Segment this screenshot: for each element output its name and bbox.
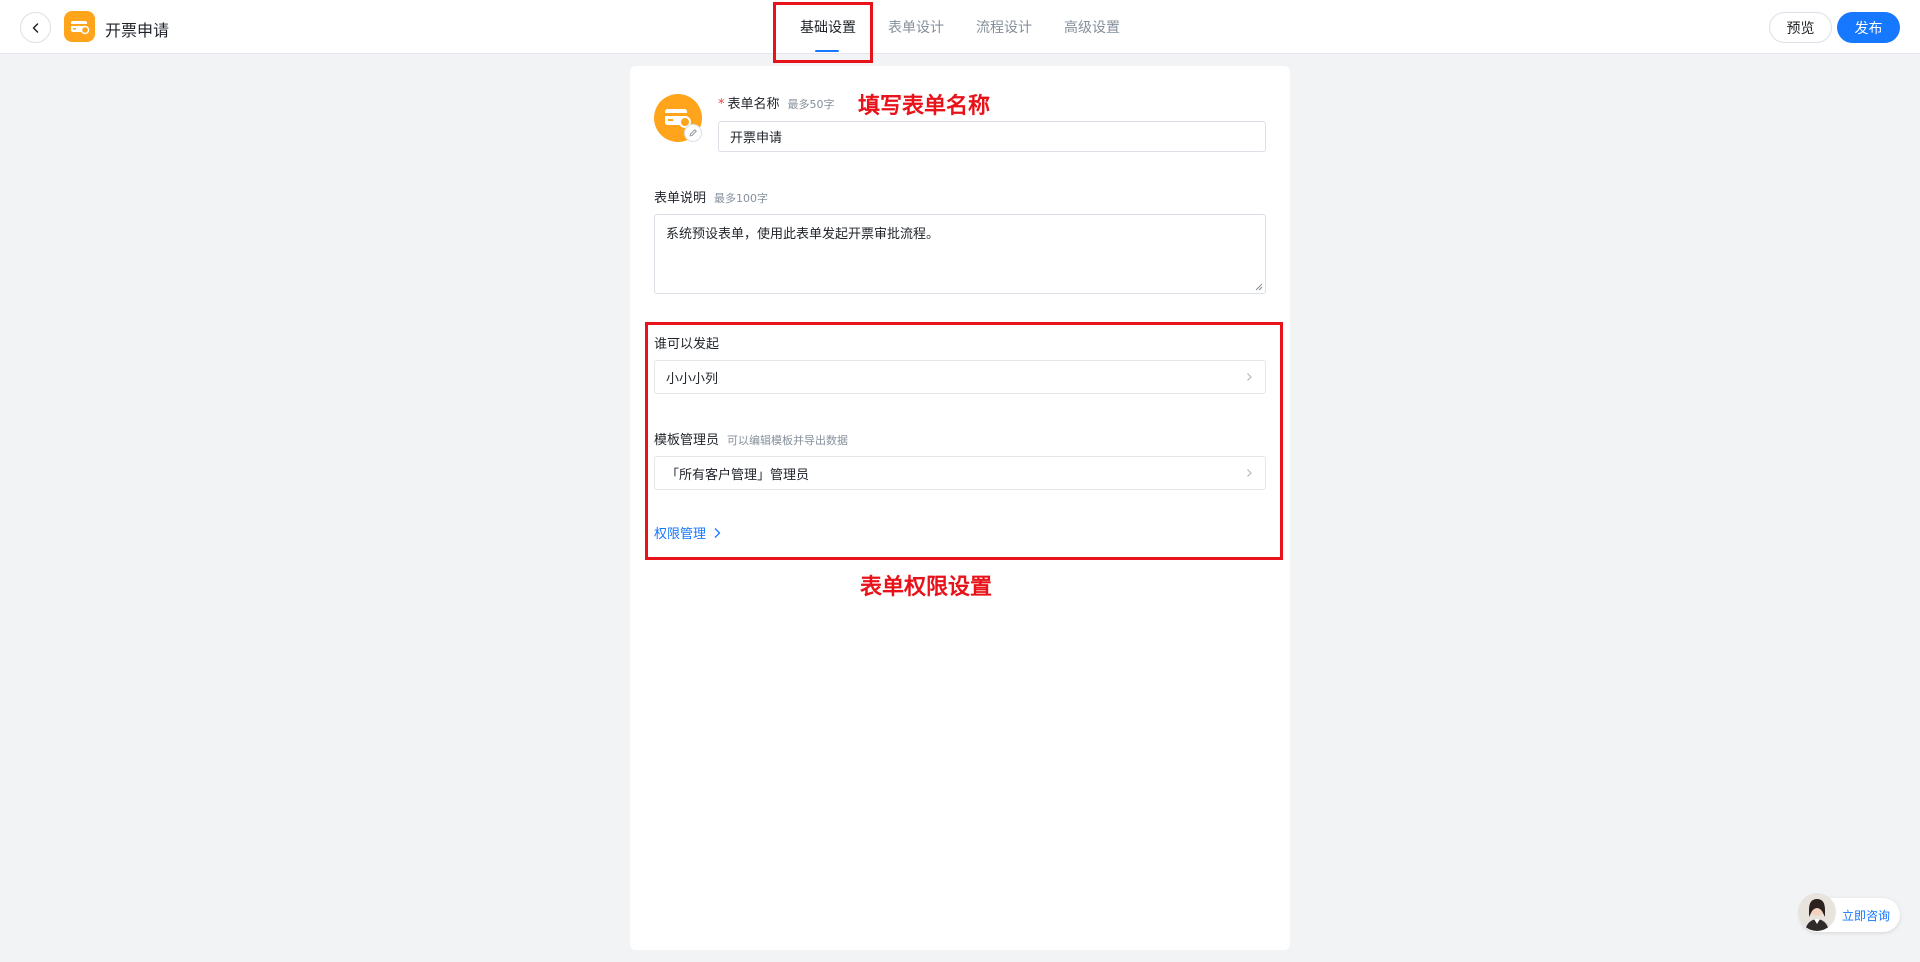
form-name-input[interactable]: 开票申请 [718,121,1266,152]
permission-annotation: 表单权限设置 [860,574,993,600]
invoice-app-icon [64,11,95,42]
required-mark: * [718,97,725,112]
publish-button[interactable]: 发布 [1837,12,1900,43]
tab-highlight-box [773,2,873,63]
tab-advanced-settings[interactable]: 高级设置 [1064,17,1120,37]
form-description-textarea[interactable]: 系统预设表单，使用此表单发起开票审批流程。 [654,214,1266,294]
tab-form-design[interactable]: 表单设计 [888,17,944,37]
preview-button[interactable]: 预览 [1769,12,1832,43]
form-description-label-text: 表单说明 [654,191,707,206]
form-name-label-text: 表单名称 [727,97,780,112]
tab-flow-design[interactable]: 流程设计 [976,17,1032,37]
form-description-label: 表单说明 最多100字 [654,187,768,206]
form-name-label: * 表单名称 最多50字 [718,93,835,112]
edit-icon[interactable] [684,124,702,142]
form-name-hint: 最多50字 [787,98,835,111]
consult-label: 立即咨询 [1842,908,1891,923]
resize-grip-icon[interactable] [1255,283,1263,291]
consult-button[interactable]: 立即咨询 [1798,893,1900,932]
app-title: 开票申请 [105,21,170,40]
back-button[interactable] [20,12,51,43]
form-description-value: 系统预设表单，使用此表单发起开票审批流程。 [666,227,940,242]
top-bar: 开票申请 基础设置 表单设计 流程设计 高级设置 预览 发布 [0,0,1920,54]
form-description-hint: 最多100字 [714,192,769,205]
chevron-left-icon [32,22,38,33]
avatar [1798,893,1836,931]
permission-highlight-box [645,322,1283,560]
form-name-annotation: 填写表单名称 [858,93,991,119]
